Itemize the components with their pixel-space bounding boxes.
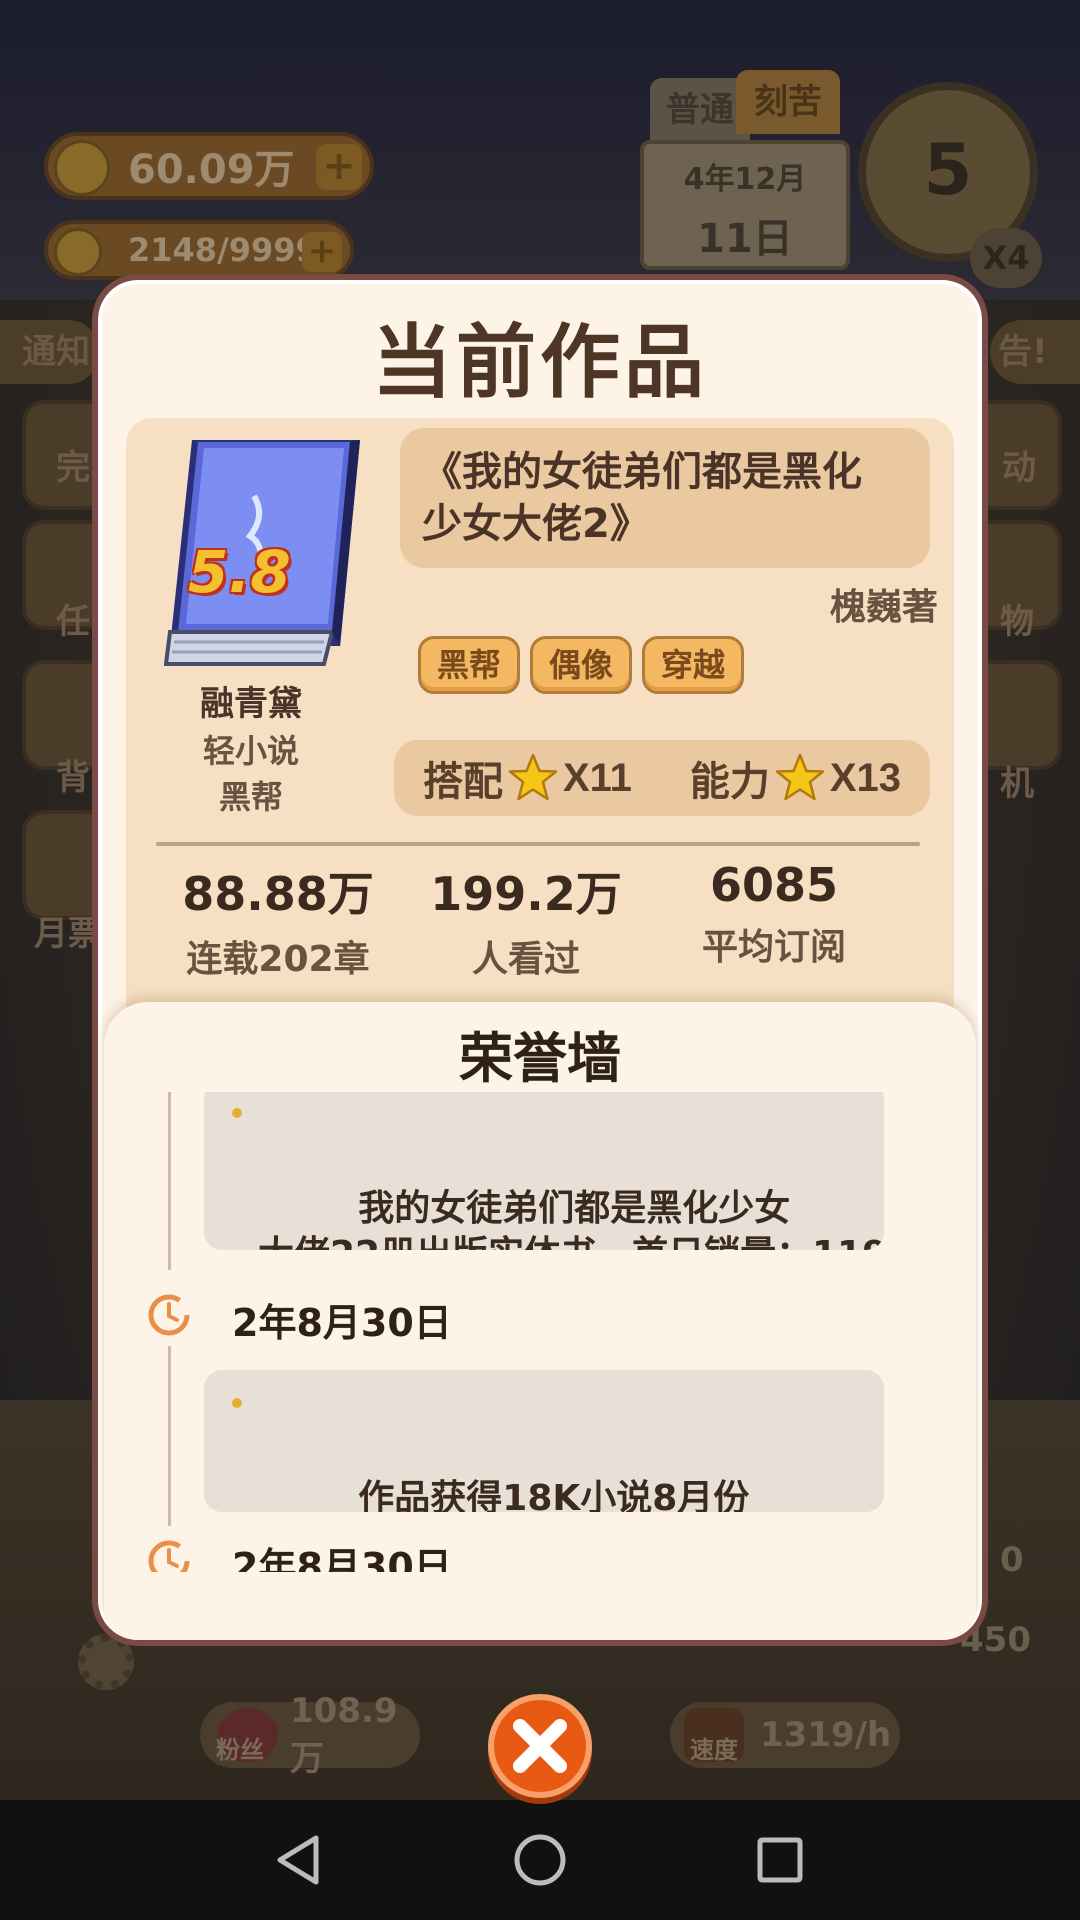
book-title: 《我的女徒弟们都是黑化 少女大佬2》 [422, 449, 862, 547]
match-ability-box: 搭配 X11 能力 X13 [394, 740, 930, 816]
tab-normal[interactable]: 普通 [650, 78, 750, 142]
home-nav-icon[interactable] [510, 1830, 570, 1890]
stat-label: 人看过 [471, 939, 580, 980]
add-coins-button[interactable]: + [316, 144, 362, 190]
right-stat-value-1: 0 [1000, 1540, 1024, 1580]
honor-timeline[interactable]: 我的女徒弟们都是黑化少女 大佬22册出版实体书，首日销量：11992 2年8月3… [104, 1092, 976, 1572]
star-icon [508, 753, 558, 801]
stat-word-count: 88.88万 连载202章 [158, 858, 398, 982]
energy-counter[interactable]: 2148/9999 + [44, 220, 354, 280]
calendar-month: 4年12月 [683, 162, 807, 197]
stat-value: 199.2万 [430, 867, 622, 921]
speed-value: 1319/h [760, 1715, 892, 1755]
energy-value: 2148/9999 [128, 231, 318, 269]
book-rating: 5.8 [188, 538, 291, 606]
bullet-icon [232, 1398, 242, 1408]
ability-label: 能力 [689, 759, 770, 805]
tag-item: 穿越 [642, 636, 745, 694]
speed-multiplier[interactable]: X4 [970, 228, 1042, 288]
stat-value: 88.88万 [182, 867, 374, 921]
stat-label: 连载202章 [186, 939, 370, 980]
side-label-task: 任 [56, 602, 90, 642]
honor-entry-date: 2年8月30日 [232, 1545, 452, 1572]
coins-value: 60.09万 [128, 147, 295, 193]
book-category: 轻小说 [202, 732, 299, 770]
notice-banner-right[interactable]: 告! [990, 320, 1080, 384]
ability-value: X13 [829, 755, 902, 800]
tag-item: 黑帮 [418, 636, 521, 694]
side-label-phone: 机 [1000, 764, 1034, 804]
bullet-icon [232, 1108, 242, 1118]
ability-stat: 能力 X13 [690, 749, 901, 807]
honor-entry-text: 我的女徒弟们都是黑化少女 大佬22册出版实体书，首日销量：11992 [258, 1188, 884, 1250]
honor-entry-date: 2年8月30日 [232, 1301, 452, 1345]
add-energy-button[interactable]: + [302, 232, 342, 272]
book-pen-name: 槐巍著 [829, 587, 938, 628]
close-button[interactable] [488, 1694, 592, 1798]
book-title-box: 《我的女徒弟们都是黑化 少女大佬2》 [400, 428, 930, 568]
fans-label: 粉丝 [216, 1736, 264, 1764]
calendar-day: 11日 [697, 216, 793, 262]
close-icon [513, 1719, 567, 1773]
clock-icon [148, 1294, 190, 1336]
match-label: 搭配 [422, 759, 503, 805]
current-work-modal: 当前作品 5.8 融青黛 轻小说 黑帮 《我的女徒弟们都是黑化 少女大佬2》 槐… [92, 274, 988, 1646]
side-label-shop: 物 [1000, 602, 1034, 642]
notice-banner-left[interactable]: 通知 [0, 320, 100, 384]
stats-divider [156, 842, 920, 846]
lightbulb-icon [54, 228, 102, 276]
side-label-event: 动 [1002, 448, 1036, 488]
honor-entry-card: 作品获得18K小说8月份 月票榜第5名 [204, 1370, 884, 1512]
coins-counter[interactable]: 60.09万 + [44, 132, 374, 200]
match-value: X11 [562, 755, 632, 800]
honor-wall-title: 荣誉墙 [459, 1027, 621, 1090]
fans-stat: 粉丝 108.9万 [200, 1691, 420, 1779]
stat-readers: 199.2万 人看过 [406, 858, 646, 982]
book-genre: 黑帮 [218, 778, 283, 816]
tag-item: 偶像 [530, 636, 633, 694]
clock-icon [148, 1540, 190, 1572]
match-stat: 搭配 X11 [423, 749, 632, 807]
honor-entry-text: 作品获得18K小说8月份 月票榜第5名 [358, 1478, 750, 1512]
timeline-line [168, 1092, 171, 1270]
speed-stat: 速度 1319/h [670, 1702, 900, 1768]
author-name: 融青黛 [200, 684, 302, 724]
recents-nav-icon[interactable] [750, 1830, 810, 1890]
tag-list: 黑帮 偶像 穿越 [418, 636, 745, 694]
tab-hard[interactable]: 刻苦 [736, 70, 840, 134]
side-label-complete: 完 [56, 448, 90, 488]
star-icon [775, 753, 825, 801]
book-category-genre: 轻小说 黑帮 [126, 728, 376, 820]
modal-title: 当前作品 [372, 316, 708, 409]
book-info-panel: 5.8 融青黛 轻小说 黑帮 《我的女徒弟们都是黑化 少女大佬2》 槐巍著 黑帮… [126, 418, 954, 1038]
honor-entry-card: 我的女徒弟们都是黑化少女 大佬22册出版实体书，首日销量：11992 [204, 1092, 884, 1250]
stat-label: 平均订阅 [701, 927, 846, 968]
honor-wall-panel: 荣誉墙 我的女徒弟们都是黑化少女 大佬22册出版实体书，首日销量：11992 2… [104, 1002, 976, 1640]
stat-value: 6085 [709, 858, 839, 912]
speed-label: 速度 [690, 1736, 738, 1764]
calendar-card: 4年12月 11日 [640, 140, 850, 270]
back-nav-icon[interactable] [270, 1830, 330, 1890]
timeline-line [168, 1346, 171, 1526]
fans-value: 108.9万 [290, 1690, 398, 1779]
side-label-backpack: 背 [56, 758, 90, 798]
coin-icon [54, 140, 110, 196]
stat-avg-subscriptions: 6085 平均订阅 [654, 858, 894, 970]
